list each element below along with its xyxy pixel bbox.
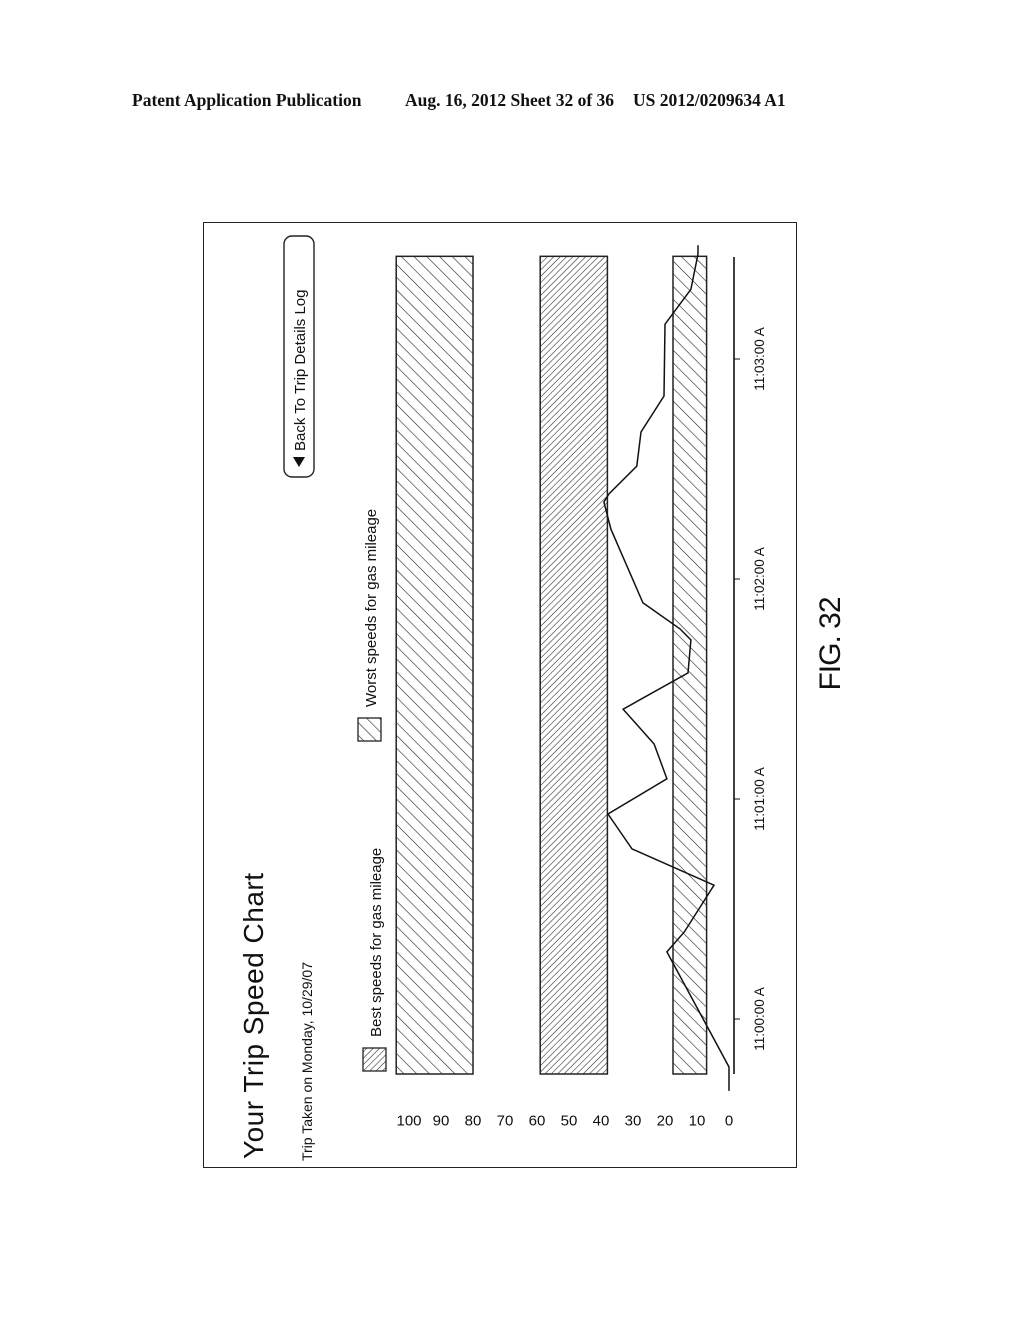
figure-label-wrap: FIG. 32: [806, 597, 856, 690]
x-tick-label: 11:03:00 A: [752, 327, 767, 391]
y-tick-label: 80: [465, 1113, 482, 1130]
legend-swatch-worst: [357, 717, 382, 742]
legend-swatch-best: [362, 1047, 387, 1072]
speed-band-0: [395, 255, 474, 1075]
y-tick-label: 10: [689, 1113, 706, 1130]
x-tick-label: 11:01:00 A: [752, 767, 767, 831]
speed-line: [603, 245, 730, 1091]
x-axis-ticks: 11:00:00 A 11:01:00 A 11:02:00 A 11:03:00 A: [734, 327, 767, 1051]
legend: Best speeds for gas mileage Worst speeds…: [357, 509, 387, 1072]
figure-label: FIG. 32: [814, 597, 847, 691]
publication-number: US 2012/0209634 A1: [633, 90, 786, 110]
y-tick-label: 50: [561, 1113, 578, 1130]
trip-speed-chart: Your Trip Speed Chart Trip Taken on Mond…: [238, 235, 767, 1161]
back-to-trip-details-button[interactable]: Back To Trip Details Log: [283, 235, 315, 478]
y-tick-label: 20: [657, 1113, 674, 1130]
y-tick-label: 60: [529, 1113, 546, 1130]
speed-bands: [395, 255, 708, 1075]
y-tick-label: 30: [625, 1113, 642, 1130]
speed-band-1: [539, 255, 609, 1075]
publication-type: Patent Application Publication: [132, 90, 362, 110]
chart-title: Your Trip Speed Chart: [238, 872, 269, 1159]
y-tick-label: 90: [433, 1113, 450, 1130]
y-axis-ticks: 100 90 80 70 60 50 40 30 20 10 0: [396, 1113, 733, 1130]
chart-subtitle: Trip Taken on Monday, 10/29/07: [299, 962, 315, 1161]
publication-date-sheet: Aug. 16, 2012 Sheet 32 of 36: [405, 90, 615, 110]
legend-label-worst: Worst speeds for gas mileage: [363, 509, 380, 707]
y-tick-label: 0: [725, 1113, 733, 1130]
y-tick-label: 40: [593, 1113, 610, 1130]
y-tick-label: 70: [497, 1113, 514, 1130]
trip-speed-screen: Your Trip Speed Chart Trip Taken on Mond…: [203, 222, 797, 1168]
x-tick-label: 11:02:00 A: [752, 547, 767, 611]
y-tick-label: 100: [396, 1113, 421, 1130]
x-tick-label: 11:00:00 A: [752, 987, 767, 1051]
back-button-label[interactable]: Back To Trip Details Log: [292, 290, 309, 451]
speed-band-2: [672, 255, 708, 1075]
legend-label-best: Best speeds for gas mileage: [368, 848, 385, 1037]
